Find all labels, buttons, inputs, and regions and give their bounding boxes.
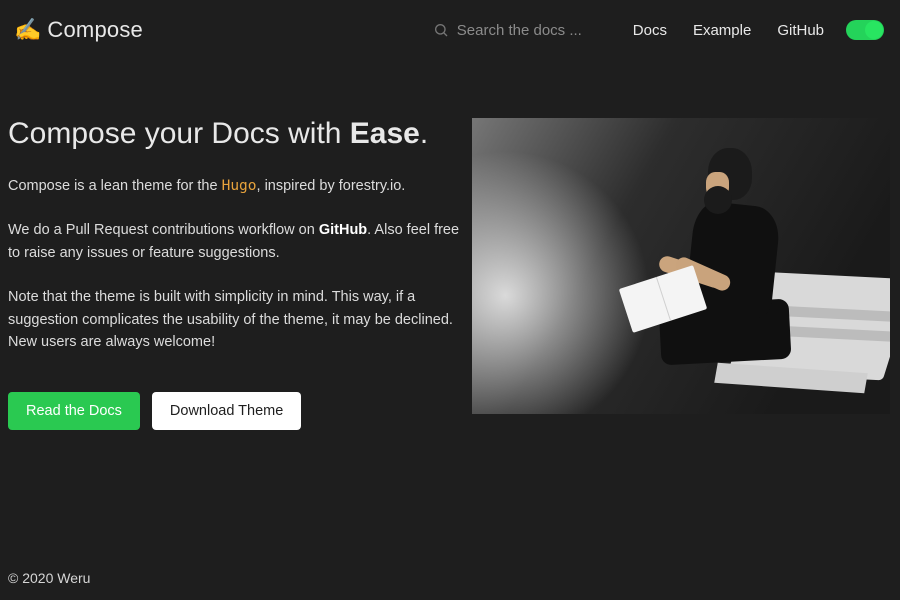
- footer-copyright: © 2020 Weru: [8, 570, 90, 586]
- intro-paragraph-1: Compose is a lean theme for the Hugo, in…: [8, 175, 468, 197]
- top-nav: ✍️ Compose Docs Example GitHub: [0, 0, 900, 60]
- search-input[interactable]: [457, 22, 607, 39]
- hero-image: [472, 118, 890, 414]
- person-illustration: [650, 148, 790, 368]
- writing-hand-icon: ✍️: [14, 17, 41, 43]
- hugo-link[interactable]: Hugo: [222, 178, 257, 194]
- nav-link-github[interactable]: GitHub: [777, 22, 824, 39]
- brand[interactable]: ✍️ Compose: [14, 17, 143, 43]
- title-prefix: Compose your Docs with: [8, 117, 350, 150]
- nav-links: Docs Example GitHub: [633, 22, 824, 39]
- github-strong: GitHub: [319, 222, 367, 238]
- search-icon: [433, 22, 449, 38]
- toggle-knob: [865, 21, 883, 39]
- nav-link-example[interactable]: Example: [693, 22, 751, 39]
- nav-link-docs[interactable]: Docs: [633, 22, 667, 39]
- page-title: Compose your Docs with Ease.: [8, 114, 468, 153]
- brand-name: Compose: [47, 17, 143, 43]
- theme-toggle[interactable]: [846, 20, 884, 40]
- intro-paragraph-2: We do a Pull Request contributions workf…: [8, 219, 468, 264]
- search[interactable]: [433, 22, 607, 39]
- cta-row: Read the Docs Download Theme: [8, 392, 468, 430]
- title-emphasis: Ease: [350, 117, 420, 150]
- read-docs-button[interactable]: Read the Docs: [8, 392, 140, 430]
- download-theme-button[interactable]: Download Theme: [152, 392, 301, 430]
- title-suffix: .: [420, 117, 428, 150]
- hero: Compose your Docs with Ease. Compose is …: [0, 60, 900, 430]
- intro-paragraph-3: Note that the theme is built with simpli…: [8, 286, 468, 353]
